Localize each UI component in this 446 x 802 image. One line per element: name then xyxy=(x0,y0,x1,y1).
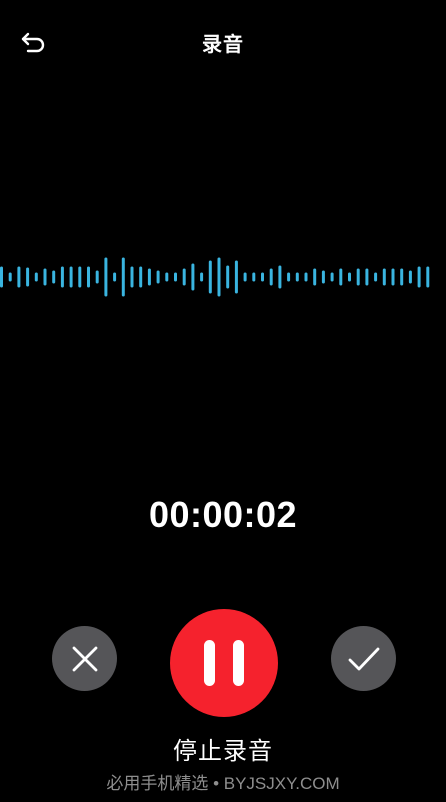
checkmark-icon xyxy=(348,647,379,670)
watermark-text: 必用手机精选 • BYJSJXY.COM xyxy=(106,774,340,793)
pause-button[interactable] xyxy=(170,609,278,717)
audio-waveform xyxy=(0,257,430,297)
cancel-button[interactable] xyxy=(52,626,117,691)
recording-timer: 00:00:02 xyxy=(148,494,298,535)
close-icon xyxy=(72,646,97,671)
pause-icon xyxy=(204,640,244,686)
page-title: 录音 xyxy=(202,32,244,56)
confirm-button[interactable] xyxy=(331,626,396,691)
stop-recording-label: 停止录音 xyxy=(173,737,273,765)
